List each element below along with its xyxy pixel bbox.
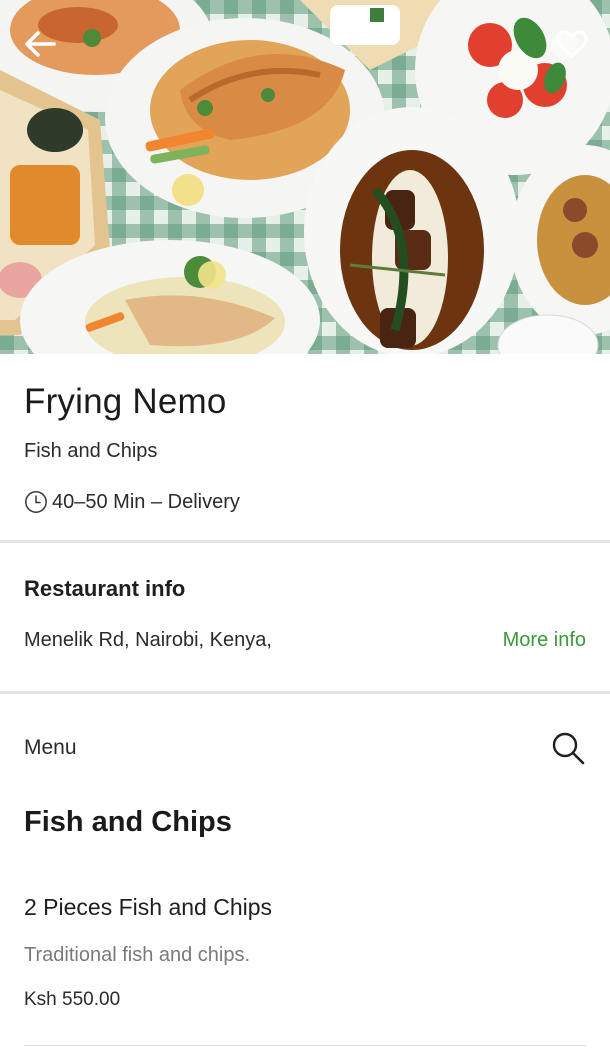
menu-item[interactable]: 2 Pieces Fish and Chips Traditional fish… [0,880,610,1050]
restaurant-address: Menelik Rd, Nairobi, Kenya, [24,629,272,651]
back-button[interactable] [18,22,62,66]
section-divider [0,540,610,543]
restaurant-info-heading: Restaurant info [24,576,186,601]
menu-label: Menu [24,736,77,759]
clock-icon [24,490,48,514]
menu-item-divider [24,1045,586,1046]
menu-item-name: 2 Pieces Fish and Chips [24,894,273,920]
menu-section-title: Fish and Chips [24,806,232,838]
section-divider [0,691,610,694]
arrow-left-icon [25,31,56,57]
heart-outline-icon [556,30,588,58]
menu-item-price: Ksh 550.00 [24,989,121,1010]
menu-item-description: Traditional fish and chips. [24,944,251,966]
food-spread-illustration [0,0,610,354]
restaurant-name: Frying Nemo [24,382,227,421]
restaurant-header: Frying Nemo Fish and Chips 40–50 Min – D… [0,354,610,540]
favorite-button[interactable] [550,22,594,66]
menu-search-button[interactable] [548,728,588,768]
delivery-eta-text: 40–50 Min – Delivery [52,490,240,513]
hero-food-photo [0,0,610,354]
more-info-link[interactable]: More info [503,629,586,652]
delivery-eta: 40–50 Min – Delivery [24,490,240,514]
search-icon [552,732,585,765]
cuisine-label: Fish and Chips [24,440,158,462]
